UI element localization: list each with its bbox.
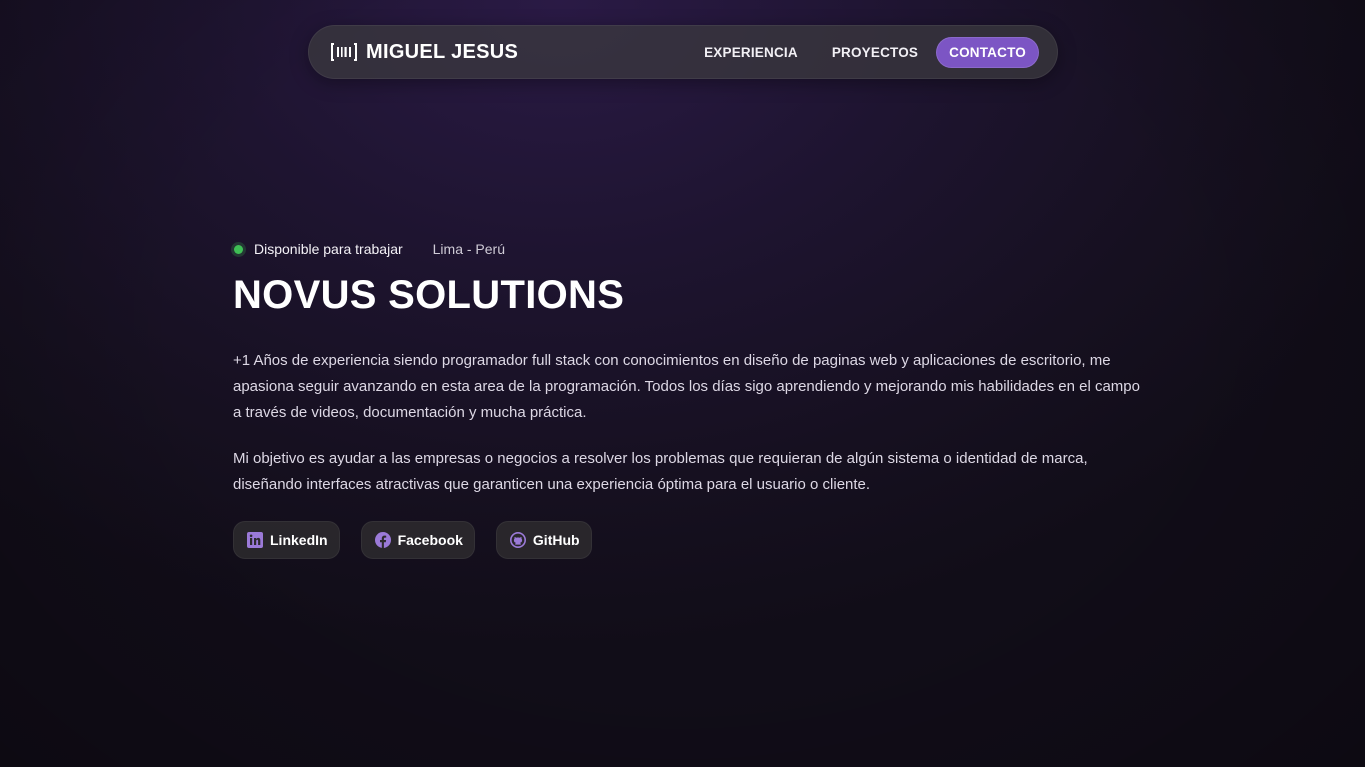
- contact-button[interactable]: CONTACTO: [936, 36, 1039, 68]
- page-title: NOVUS SOLUTIONS: [233, 273, 625, 317]
- facebook-button[interactable]: Facebook: [360, 521, 475, 559]
- objective-paragraph: Mi objetivo es ayudar a las empresas o n…: [233, 450, 1088, 493]
- brand-logo-link[interactable]: MIGUEL JESUS: [331, 41, 518, 64]
- github-icon: [509, 532, 526, 548]
- facebook-icon: [374, 532, 391, 548]
- hero-section: Disponible para trabajar Lima - Perú NOV…: [233, 238, 1143, 559]
- barcode-icon: [331, 43, 357, 61]
- availability-status: Disponible para trabajar: [254, 241, 403, 257]
- status-dot-icon: [234, 244, 243, 254]
- nav-link-experiencia[interactable]: EXPERIENCIA: [687, 37, 815, 68]
- navbar: MIGUEL JESUS EXPERIENCIA PROYECTOS CONTA…: [308, 25, 1058, 79]
- facebook-label: Facebook: [397, 532, 463, 548]
- github-label: GitHub: [532, 532, 580, 548]
- linkedin-button[interactable]: LinkedIn: [233, 521, 340, 559]
- intro-paragraph: +1 Años de experiencia siendo programado…: [233, 352, 1140, 421]
- brand-name: MIGUEL JESUS: [366, 40, 519, 63]
- location-text: Lima - Perú: [432, 241, 505, 257]
- linkedin-icon: [247, 532, 263, 548]
- nav-links: EXPERIENCIA PROYECTOS CONTACTO: [687, 36, 1039, 68]
- social-links: LinkedIn Facebook GitHub: [233, 521, 1143, 559]
- linkedin-label: LinkedIn: [270, 532, 328, 548]
- nav-link-proyectos[interactable]: PROYECTOS: [815, 37, 935, 68]
- github-button[interactable]: GitHub: [495, 521, 592, 559]
- meta-row: Disponible para trabajar Lima - Perú: [233, 238, 1143, 260]
